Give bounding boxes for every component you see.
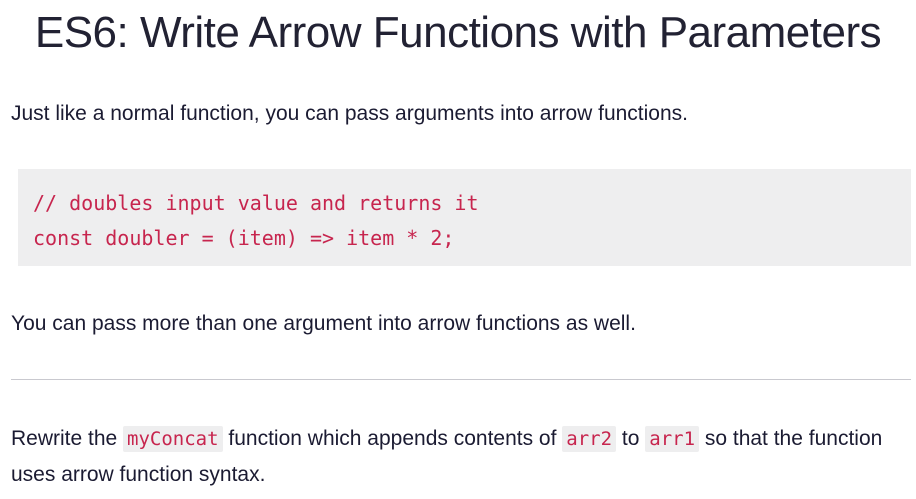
instructions-paragraph: Rewrite the myConcat function which appe… — [11, 421, 891, 493]
inline-code-arr1: arr1 — [645, 426, 700, 452]
inline-code-myconcat: myConcat — [123, 426, 223, 452]
instructions-text-2: function which appends contents of — [222, 427, 563, 450]
code-statement-line: const doubler = (item) => item * 2; — [33, 226, 455, 250]
intro-paragraph: Just like a normal function, you can pas… — [11, 102, 689, 125]
challenge-description: ES6: Write Arrow Functions with Paramete… — [0, 0, 916, 499]
challenge-title: ES6: Write Arrow Functions with Paramete… — [34, 8, 882, 57]
instructions-text-3: to — [616, 427, 646, 450]
code-comment-line: // doubles input value and returns it — [33, 191, 479, 215]
instructions-text-1: Rewrite the — [11, 427, 124, 450]
code-example-block: // doubles input value and returns it co… — [18, 169, 911, 266]
section-divider — [11, 379, 911, 380]
inline-code-arr2: arr2 — [562, 426, 617, 452]
more-arguments-paragraph: You can pass more than one argument into… — [11, 312, 636, 335]
